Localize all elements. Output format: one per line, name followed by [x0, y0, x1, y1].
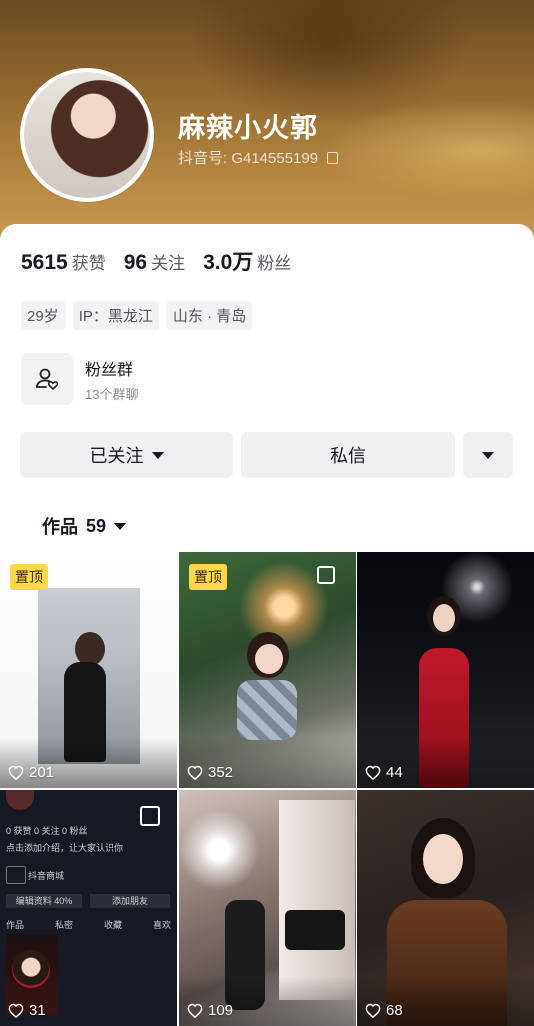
stat-following[interactable]: 96 关注	[124, 249, 185, 275]
tag-location[interactable]: 山东 · 青岛	[166, 301, 253, 330]
heart-icon	[8, 765, 24, 780]
video-thumbnail[interactable]: 置顶 201	[0, 552, 177, 788]
stat-likes-num: 5615	[21, 251, 68, 274]
douyin-id: 抖音号: G414555199	[178, 150, 319, 167]
video-likes: 201	[8, 764, 54, 781]
users-heart-icon	[21, 353, 73, 405]
heart-icon	[365, 765, 381, 780]
fan-group-title: 粉丝群	[85, 361, 134, 379]
video-thumbnail[interactable]: 44	[357, 552, 534, 788]
video-thumbnail[interactable]: 置顶 352	[179, 552, 356, 788]
nickname: 麻辣小火郭	[178, 113, 318, 143]
tag-ip: IP：黑龙江	[72, 301, 159, 330]
video-likes-count: 31	[29, 1002, 46, 1019]
douyin-id-row[interactable]: 抖音号: G414555199	[178, 147, 339, 168]
mini-tab: 喜欢	[152, 920, 171, 930]
mini-add-friend: 添加朋友	[90, 894, 170, 908]
stat-followers-label: 粉丝	[257, 254, 292, 273]
tab-works[interactable]: 作品 59	[42, 513, 127, 539]
mini-shop: 抖音商城	[28, 871, 65, 881]
caret-down-icon	[151, 451, 164, 459]
more-dropdown-button[interactable]	[463, 432, 513, 478]
mini-edit: 编辑资料 40%	[6, 894, 82, 908]
fan-group-entry[interactable]: 粉丝群 13个群聊	[21, 352, 138, 406]
message-button[interactable]: 私信	[241, 432, 455, 478]
stat-following-label: 关注	[151, 254, 186, 273]
stat-followers[interactable]: 3.0万 粉丝	[203, 246, 291, 276]
stat-likes-label: 获赞	[71, 254, 106, 273]
mini-tab: 私密	[54, 920, 73, 930]
mini-stats: 0 获赞 0 关注 0 粉丝	[6, 826, 88, 836]
video-thumbnail[interactable]: 109	[179, 790, 356, 1026]
stat-likes[interactable]: 5615 获赞	[21, 249, 106, 275]
mini-tip: 点击添加介绍，让大家认识你	[6, 843, 124, 853]
stat-followers-num: 3.0万	[203, 251, 254, 274]
tab-works-label: 作品	[42, 517, 78, 537]
copy-icon[interactable]	[327, 152, 339, 164]
profile-tags: 29岁 IP：黑龙江 山东 · 青岛	[21, 301, 260, 330]
message-button-label: 私信	[330, 446, 366, 466]
avatar[interactable]	[20, 68, 154, 202]
following-button-label: 已关注	[89, 446, 144, 466]
heart-icon	[187, 1003, 203, 1018]
video-likes: 31	[8, 1002, 46, 1019]
mini-tab: 收藏	[103, 920, 122, 930]
video-likes: 109	[187, 1002, 233, 1019]
heart-icon	[8, 1003, 24, 1018]
video-likes: 352	[187, 764, 233, 781]
following-button[interactable]: 已关注	[20, 432, 233, 478]
video-likes-count: 68	[386, 1002, 403, 1019]
video-likes: 68	[365, 1002, 403, 1019]
video-likes: 44	[365, 764, 403, 781]
tab-works-count: 59	[86, 515, 107, 536]
video-likes-count: 201	[29, 764, 55, 781]
pinned-badge: 置顶	[189, 564, 227, 590]
stats-row: 5615 获赞 96 关注 3.0万 粉丝	[21, 246, 309, 276]
caret-down-icon	[482, 451, 494, 459]
video-thumbnail[interactable]: 68	[357, 790, 534, 1026]
tag-age: 29岁	[21, 301, 65, 330]
caret-down-icon	[114, 522, 127, 530]
mini-tab: 作品	[6, 920, 25, 930]
stat-following-num: 96	[123, 251, 148, 274]
video-likes-count: 352	[208, 764, 234, 781]
fan-group-subtitle: 13个群聊	[85, 386, 139, 402]
video-likes-count: 44	[386, 764, 403, 781]
pinned-badge: 置顶	[10, 564, 48, 590]
video-likes-count: 109	[208, 1002, 234, 1019]
heart-icon	[187, 765, 203, 780]
heart-icon	[365, 1003, 381, 1018]
video-thumbnail[interactable]: 0 获赞 0 关注 0 粉丝 点击添加介绍，让大家认识你 抖音商城 编辑资料 4…	[0, 790, 177, 1026]
